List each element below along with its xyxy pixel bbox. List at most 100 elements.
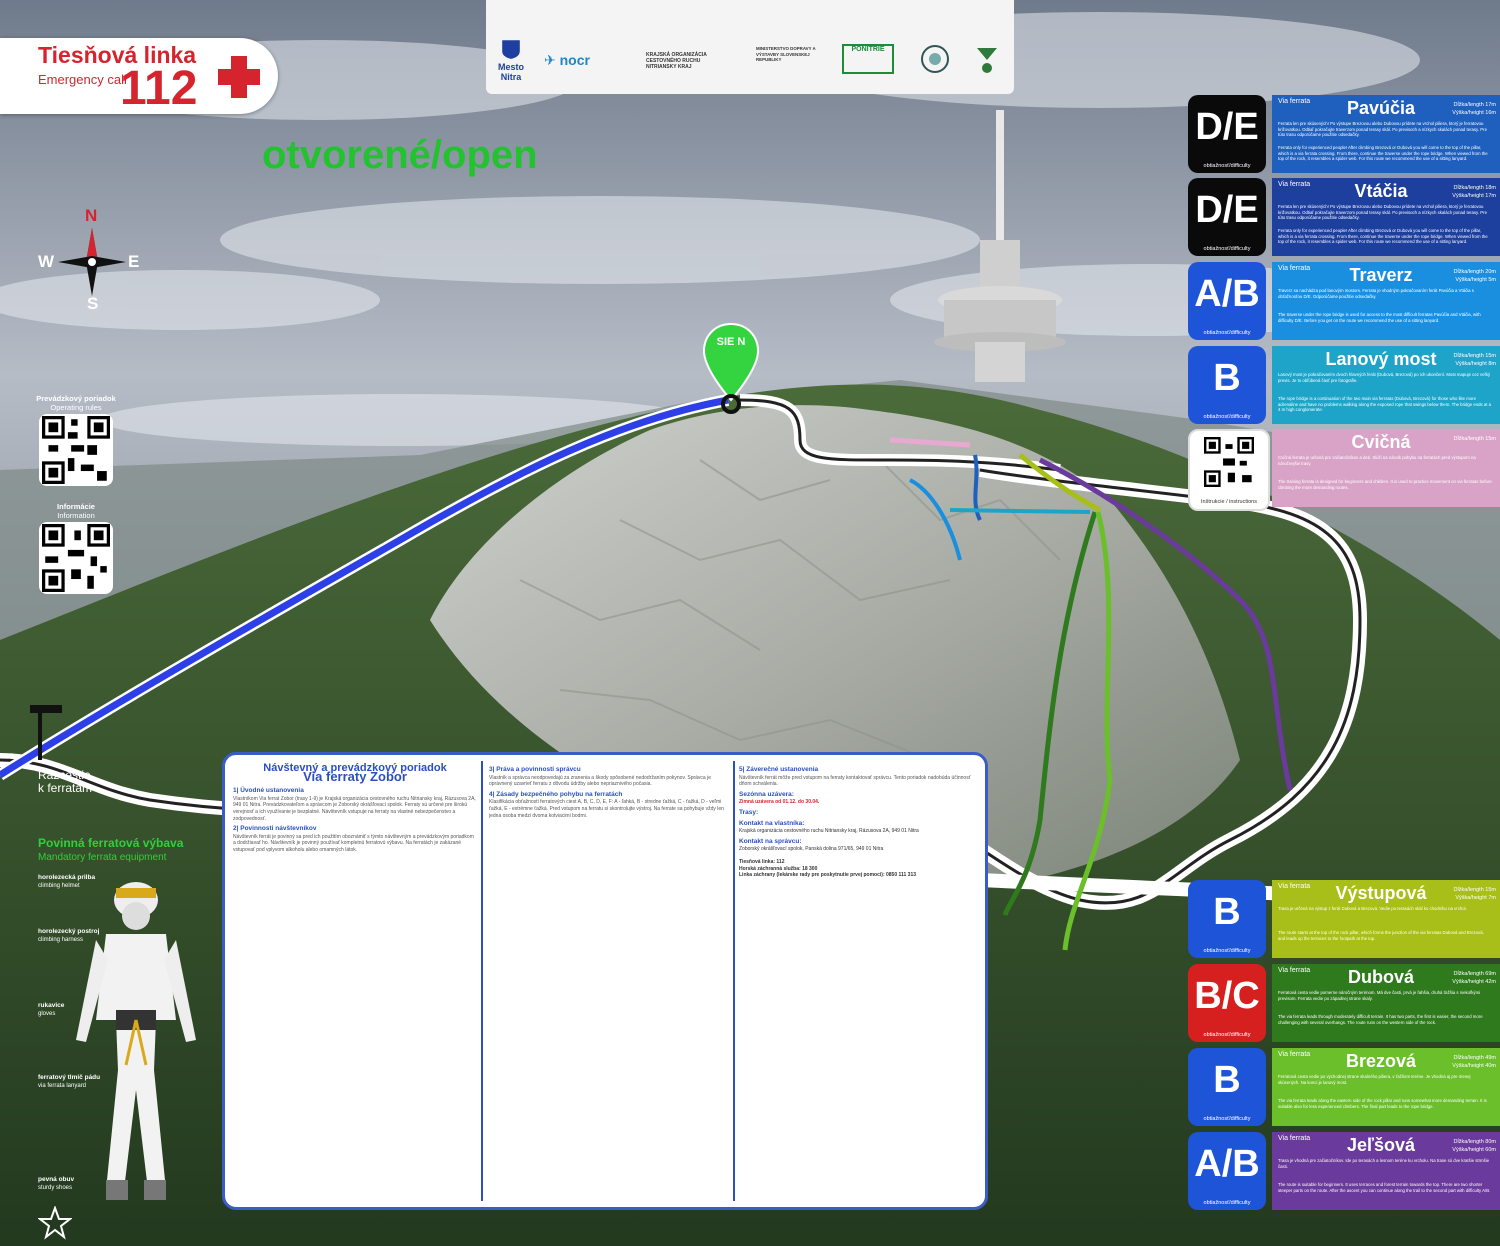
route-badge: D/E obtiažnosť/difficulty — [1188, 95, 1266, 173]
qr-title: Informácie — [57, 502, 95, 511]
board-column-1: Návštevný a prevádzkový poriadok Via fer… — [233, 763, 477, 1199]
route-grade-caption: obtiažnosť/difficulty — [1203, 414, 1251, 420]
compass-north: N — [85, 206, 98, 225]
route-grade: A/B — [1194, 273, 1260, 315]
wine-route-logo-icon — [977, 48, 997, 73]
equipment-item-sub: sturdy shoes — [38, 1185, 73, 1191]
route-stats: Dĺžka/length 15m Výška/height 7m — [1453, 887, 1497, 901]
equipment-harness: horolezecký postroj climbing harness — [38, 928, 99, 944]
equipment-shoes: pevná obuv sturdy shoes — [38, 1176, 74, 1192]
qr-code-rules[interactable] — [39, 414, 113, 486]
board-emergency-line: Linka záchrany (lekárske rady pre poskyt… — [739, 872, 917, 879]
route-name: Vtáčia — [1354, 181, 1408, 201]
sponsor-logo-mesto-nitra: Mesto Nitra — [496, 38, 526, 82]
route-description-en: The rope bridge is a continuation of the… — [1278, 396, 1491, 412]
sponsor-logo-ponitrie: PONITRIE — [842, 44, 894, 74]
sponsor-name: KRAJSKÁ ORGANIZÁCIA CESTOVNÉHO RUCHU NIT… — [646, 52, 707, 70]
equipment-item-title: horolezecká prilba — [38, 874, 96, 881]
board-mountain-rescue: Horská záchranná služba: 18 300 — [739, 865, 818, 872]
sponsor-logo-kocr: KRAJSKÁ ORGANIZÁCIA CESTOVNÉHO RUCHU NIT… — [646, 52, 732, 70]
qr-label-rules: Prevádzkový poriadok Operating rules — [16, 394, 136, 412]
compass-west: W — [38, 252, 55, 271]
sponsor-strip: Mesto Nitra ✈ nocr KRAJSKÁ ORGANIZÁCIA C… — [486, 0, 1014, 94]
route-panel: Via ferrata Pavúčia Dĺžka/length 17m Výška… — [1272, 95, 1500, 173]
equipment-item-sub: via ferrata lanyard — [38, 1083, 87, 1089]
sponsor-logo-nocr: ✈ nocr — [544, 52, 590, 69]
route-panel: Lanový most Dĺžka/length 15m Výška/height… — [1272, 346, 1500, 424]
board-divider — [481, 761, 483, 1201]
compass: N S E W — [36, 206, 146, 316]
emergency-call-box: Tiesňová linka Emergency call 112 — [0, 38, 278, 114]
board-section-heading: 2| Povinnosti návštevníkov — [233, 825, 317, 833]
route-description-sk: Ferrata len pre skúsených! Po výstupe Br… — [1278, 204, 1487, 220]
route-stats: Dĺžka/length 69m Výška/height 42m — [1452, 971, 1496, 985]
status-label: otvorené/open — [262, 133, 538, 177]
route-description-en: The via ferrata leads along the eastern … — [1278, 1098, 1487, 1109]
junction-label: Rázcestie k ferratám — [38, 769, 92, 795]
qr-title: Prevádzkový poriadok — [36, 394, 116, 403]
board-subtitle: Via ferraty Zobor — [303, 768, 407, 784]
route-description-sk: Trasa je vhodná pre začiatočníkov. Ide p… — [1278, 1158, 1490, 1169]
route-panel: Via ferrata Výstupová Dĺžka/length 15m Výš… — [1272, 880, 1500, 958]
route-grade-caption: obtiažnosť/difficulty — [1203, 1032, 1251, 1038]
route-type: Via ferrata — [1278, 1051, 1311, 1058]
route-grade: D/E — [1195, 189, 1259, 231]
route-type: Via ferrata — [1278, 181, 1311, 188]
route-panel: Via ferrata Traverz Dĺžka/length 20m Výška… — [1272, 262, 1500, 340]
route-type: Via ferrata — [1278, 967, 1311, 974]
star-emblem-icon — [38, 1206, 72, 1240]
sponsor-name: Mesto Nitra — [497, 62, 524, 82]
qr-label-info: Informácie Information — [16, 502, 136, 520]
equipment-item-sub: gloves — [38, 1011, 56, 1017]
map-board: Tiesňová linka Emergency call 112 Mesto … — [0, 0, 1500, 1246]
sponsor-logo-ministry: MINISTERSTVO DOPRAVY A VÝSTAVBY SLOVENSK… — [756, 46, 822, 63]
route-name: Jeľšová — [1347, 1135, 1415, 1155]
equipment-item-title: ferratový tlmič pádu — [38, 1074, 101, 1081]
qr-code-icon — [1204, 437, 1254, 487]
route-description-sk: Ferratová cesta vedie po východnej stran… — [1278, 1074, 1471, 1085]
qr-code-info[interactable] — [39, 522, 113, 594]
board-contact-heading: Kontakt na vlastníka: — [739, 819, 805, 827]
board-column-2: 3| Práva a povinnosti správcu Vlastník a… — [489, 763, 729, 1199]
board-season: Zimná uzávera od 01.12. do 30.04. — [739, 799, 820, 806]
pin-label: SIE N — [716, 336, 746, 348]
board-section-text: Vlastník a správca neodpovedajú za zrane… — [489, 774, 711, 788]
board-section-heading: 5| Záverečné ustanovenia — [739, 766, 819, 773]
board-routes-heading: Trasy: — [739, 808, 759, 816]
route-stats: Dĺžka/length 20m Výška/height 5m — [1453, 269, 1497, 283]
board-contact: Krajská organizácia cestovného ruchu Nit… — [739, 828, 919, 835]
route-grade: A/B — [1194, 1143, 1260, 1185]
compass-east: E — [128, 252, 140, 271]
route-grade-caption: obtiažnosť/difficulty — [1203, 246, 1251, 252]
junction-line2: k ferratám — [38, 781, 93, 795]
route-name: Pavúčia — [1346, 98, 1416, 118]
route-badge: A/B obtiažnosť/difficulty — [1188, 262, 1266, 340]
location-pin: SIE N — [702, 322, 760, 419]
qr-sub: Information — [57, 511, 95, 520]
route-stats: Dĺžka/length 15m — [1453, 436, 1497, 442]
red-cross-icon — [218, 56, 260, 98]
route-description-en: Ferrata only for experienced people! Aft… — [1278, 145, 1488, 161]
emergency-subtitle: Emergency call — [38, 72, 127, 87]
route-stats: Dĺžka/length 49m Výška/height 40m — [1452, 1055, 1496, 1069]
equipment-item-title: rukavice — [38, 1002, 65, 1009]
board-section-text: Návštevník ferrát môže pred vstupom na f… — [739, 774, 971, 788]
qr-caption: Inštrukcie / instructions — [1201, 499, 1257, 505]
equipment-title: Povinná ferratová výbava — [38, 836, 184, 850]
board-section-heading: 1| Úvodné ustanovenia — [233, 787, 304, 795]
route-badge: D/E obtiažnosť/difficulty — [1188, 178, 1266, 256]
board-rescue: Tiesňová linka: 112 — [739, 858, 785, 865]
climber-figure-icon — [76, 882, 196, 1200]
equipment-helmet: horolezecká prilba climbing helmet — [38, 874, 95, 890]
route-stats: Dĺžka/length 18m Výška/height 17m — [1452, 185, 1496, 199]
operating-rules-board: Návštevný a prevádzkový poriadok Via fer… — [222, 752, 988, 1210]
route-panel: Via ferrata Dubová Dĺžka/length 69m Výška/… — [1272, 964, 1500, 1042]
route-type: Via ferrata — [1278, 1135, 1311, 1142]
sponsor-name: PONITRIE — [851, 46, 885, 53]
sponsor-name: nocr — [559, 52, 590, 68]
equipment-item-title: horolezecký postroj — [38, 928, 100, 935]
board-admin-heading: Kontakt na správcu: — [739, 837, 802, 845]
route-description-sk: Traverz sa nachádza pod lanovým mostom. … — [1278, 288, 1474, 299]
board-section-heading: 3| Práva a povinnosti správcu — [489, 766, 581, 773]
route-grade-caption: obtiažnosť/difficulty — [1203, 1200, 1251, 1206]
